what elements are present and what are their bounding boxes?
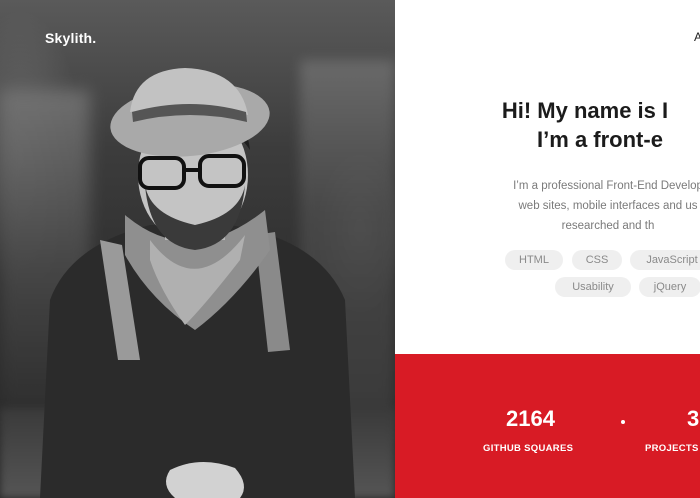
stat-value-github: 2164 bbox=[506, 406, 555, 431]
portrait-icon bbox=[40, 68, 355, 498]
headline-line-1: Hi! My name is I bbox=[501, 98, 669, 123]
skill-tag-jquery: jQuery bbox=[639, 277, 700, 297]
headline-line-2: I’m a front-e bbox=[537, 127, 663, 152]
skill-tag-usability: Usability bbox=[555, 277, 631, 297]
intro-line-3: researched and th bbox=[561, 220, 655, 232]
intro-line-1: I’m a professional Front-End Develop bbox=[513, 180, 700, 192]
stats-band: 2164 GITHUB SQUARES 3 PROJECTS bbox=[395, 354, 700, 498]
skill-tag-html: HTML bbox=[505, 250, 563, 270]
hero-intro: I’m a professional Front-End Develop web… bbox=[478, 176, 700, 236]
hero-photo: Skylith. bbox=[0, 0, 395, 498]
stat-separator-dot bbox=[621, 420, 625, 424]
nav-item-peek[interactable]: A bbox=[694, 30, 700, 44]
intro-line-2: web sites, mobile interfaces and us bbox=[518, 200, 698, 212]
stat-label-github: GITHUB SQUARES bbox=[483, 443, 574, 454]
stat-value-projects: 3 bbox=[687, 406, 700, 431]
hero-headline: Hi! My name is I I’m a front-e bbox=[420, 96, 700, 154]
stat-label-projects: PROJECTS bbox=[645, 443, 699, 454]
skill-tag-css: CSS bbox=[572, 250, 622, 270]
skill-tag-javascript: JavaScript bbox=[630, 250, 700, 270]
brand-logo[interactable]: Skylith. bbox=[45, 30, 96, 46]
